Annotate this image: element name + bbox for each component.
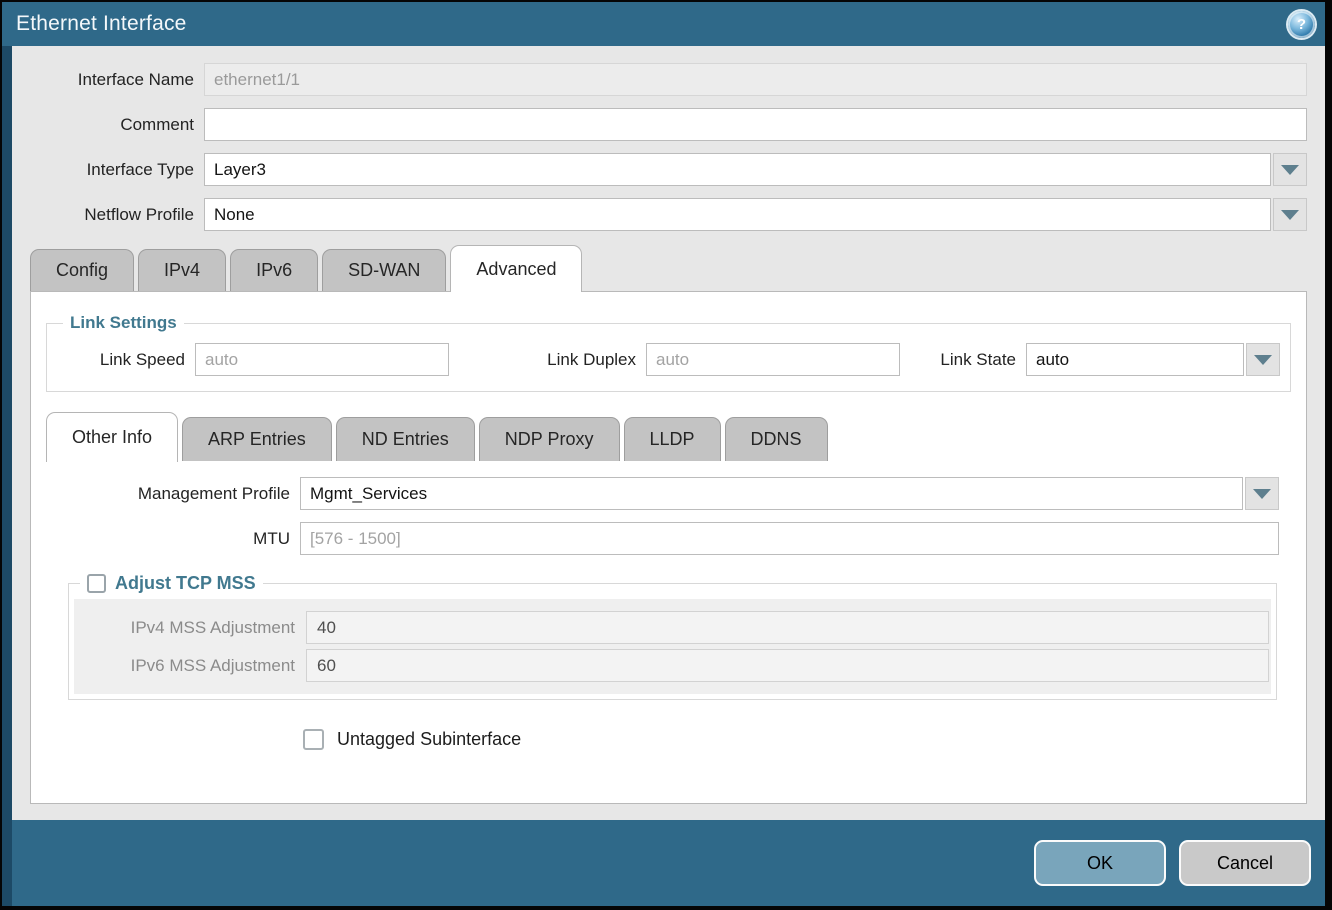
cancel-button[interactable]: Cancel bbox=[1179, 840, 1311, 886]
chevron-down-icon bbox=[1281, 210, 1299, 220]
tab-arp-entries[interactable]: ARP Entries bbox=[182, 417, 332, 461]
dialog-body: Interface Name Comment Interface Type La… bbox=[12, 46, 1325, 820]
tab-config[interactable]: Config bbox=[30, 249, 134, 291]
tab-nd-entries[interactable]: ND Entries bbox=[336, 417, 475, 461]
netflow-profile-dropdown-button[interactable] bbox=[1273, 198, 1307, 231]
link-state-dropdown-button[interactable] bbox=[1246, 343, 1280, 376]
chevron-down-icon bbox=[1253, 489, 1271, 499]
ipv6-mss-field: 60 bbox=[306, 649, 1269, 682]
tab-sdwan[interactable]: SD-WAN bbox=[322, 249, 446, 291]
interface-name-label: Interface Name bbox=[12, 70, 204, 90]
link-speed-field[interactable] bbox=[195, 343, 449, 376]
comment-row: Comment bbox=[12, 108, 1307, 141]
netflow-profile-dropdown[interactable]: None bbox=[204, 198, 1307, 231]
ipv4-mss-label: IPv4 MSS Adjustment bbox=[76, 618, 306, 638]
link-state-label: Link State bbox=[930, 350, 1026, 370]
link-speed-label: Link Speed bbox=[57, 350, 195, 370]
mss-disabled-area: IPv4 MSS Adjustment 40 IPv6 MSS Adjustme… bbox=[74, 599, 1271, 694]
untagged-subinterface-label: Untagged Subinterface bbox=[337, 729, 521, 750]
main-tabs: Config IPv4 IPv6 SD-WAN Advanced bbox=[30, 244, 1325, 291]
management-profile-dropdown-button[interactable] bbox=[1245, 477, 1279, 510]
interface-type-label: Interface Type bbox=[12, 160, 204, 180]
interface-type-row: Interface Type Layer3 bbox=[12, 153, 1307, 186]
netflow-profile-value[interactable]: None bbox=[204, 198, 1271, 231]
advanced-tab-panel: Link Settings Link Speed Link Duplex Lin… bbox=[30, 291, 1307, 804]
link-settings-legend: Link Settings bbox=[63, 313, 184, 333]
interface-type-value[interactable]: Layer3 bbox=[204, 153, 1271, 186]
tab-ipv6[interactable]: IPv6 bbox=[230, 249, 318, 291]
link-duplex-label: Link Duplex bbox=[494, 350, 646, 370]
link-state-value[interactable]: auto bbox=[1026, 343, 1244, 376]
netflow-profile-row: Netflow Profile None bbox=[12, 198, 1307, 231]
interface-type-dropdown[interactable]: Layer3 bbox=[204, 153, 1307, 186]
dialog-footer: OK Cancel bbox=[12, 820, 1325, 906]
mtu-label: MTU bbox=[46, 529, 300, 549]
untagged-subinterface-row: Untagged Subinterface bbox=[303, 729, 1291, 750]
chevron-down-icon bbox=[1281, 165, 1299, 175]
link-state-dropdown[interactable]: auto bbox=[1026, 343, 1280, 376]
adjust-tcp-mss-checkbox[interactable] bbox=[87, 574, 106, 593]
ipv4-mss-field: 40 bbox=[306, 611, 1269, 644]
adjust-tcp-mss-fieldset: Adjust TCP MSS IPv4 MSS Adjustment 40 IP… bbox=[68, 573, 1277, 700]
ipv6-mss-row: IPv6 MSS Adjustment 60 bbox=[76, 649, 1269, 682]
tab-ipv4[interactable]: IPv4 bbox=[138, 249, 226, 291]
sub-tabs: Other Info ARP Entries ND Entries NDP Pr… bbox=[46, 411, 1291, 461]
interface-name-field bbox=[204, 63, 1307, 96]
untagged-subinterface-checkbox[interactable] bbox=[303, 729, 324, 750]
interface-type-dropdown-button[interactable] bbox=[1273, 153, 1307, 186]
ipv6-mss-label: IPv6 MSS Adjustment bbox=[76, 656, 306, 676]
ethernet-interface-dialog: Ethernet Interface ? Interface Name Comm… bbox=[0, 0, 1332, 910]
dialog-title: Ethernet Interface bbox=[16, 12, 187, 36]
management-profile-value[interactable]: Mgmt_Services bbox=[300, 477, 1243, 510]
management-profile-label: Management Profile bbox=[46, 484, 300, 504]
comment-field[interactable] bbox=[204, 108, 1307, 141]
adjust-tcp-mss-legend: Adjust TCP MSS bbox=[80, 573, 263, 594]
tab-lldp[interactable]: LLDP bbox=[624, 417, 721, 461]
management-profile-dropdown[interactable]: Mgmt_Services bbox=[300, 477, 1279, 510]
ok-button[interactable]: OK bbox=[1034, 840, 1166, 886]
mtu-row: MTU bbox=[46, 522, 1279, 555]
adjust-tcp-mss-legend-text: Adjust TCP MSS bbox=[115, 573, 256, 594]
tab-ndp-proxy[interactable]: NDP Proxy bbox=[479, 417, 620, 461]
ipv4-mss-row: IPv4 MSS Adjustment 40 bbox=[76, 611, 1269, 644]
dialog-titlebar: Ethernet Interface ? bbox=[2, 2, 1325, 46]
management-profile-row: Management Profile Mgmt_Services bbox=[46, 477, 1279, 510]
comment-label: Comment bbox=[12, 115, 204, 135]
tab-advanced[interactable]: Advanced bbox=[450, 245, 582, 292]
tab-ddns[interactable]: DDNS bbox=[725, 417, 828, 461]
help-icon-glyph: ? bbox=[1297, 16, 1306, 33]
link-settings-fieldset: Link Settings Link Speed Link Duplex Lin… bbox=[46, 313, 1291, 392]
interface-name-row: Interface Name bbox=[12, 63, 1307, 96]
link-duplex-field[interactable] bbox=[646, 343, 900, 376]
link-settings-row: Link Speed Link Duplex Link State auto bbox=[57, 343, 1280, 376]
chevron-down-icon bbox=[1254, 355, 1272, 365]
tab-other-info[interactable]: Other Info bbox=[46, 412, 178, 462]
mtu-field[interactable] bbox=[300, 522, 1279, 555]
help-icon[interactable]: ? bbox=[1288, 11, 1315, 38]
netflow-profile-label: Netflow Profile bbox=[12, 205, 204, 225]
